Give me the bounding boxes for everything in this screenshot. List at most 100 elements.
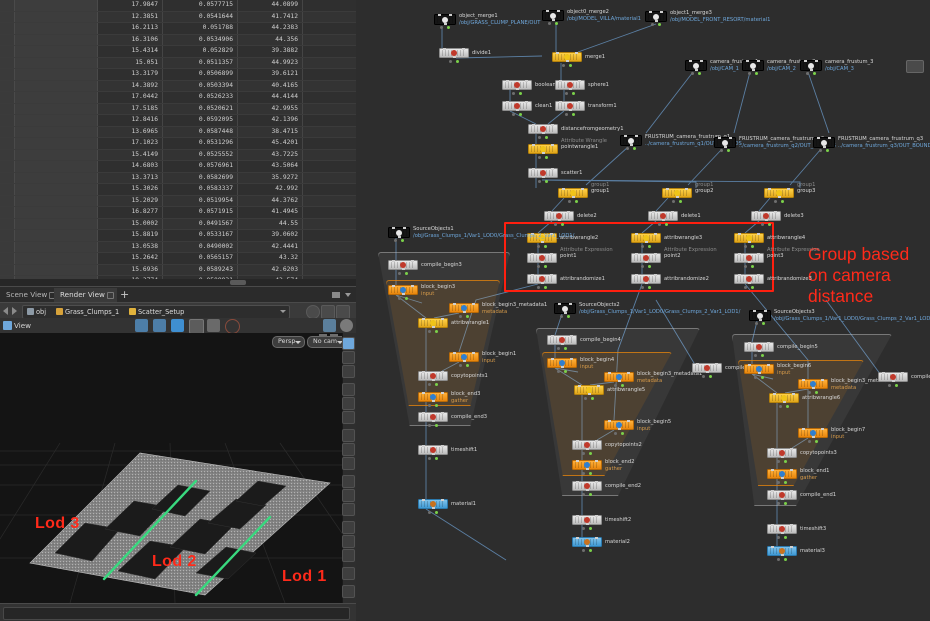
- node-display-flag[interactable]: [519, 113, 522, 116]
- node-display-flag[interactable]: [519, 92, 522, 95]
- chevron-down-icon[interactable]: [345, 293, 351, 297]
- node-bypass-flag[interactable]: [641, 286, 644, 289]
- node-display-flag[interactable]: [435, 404, 438, 407]
- zoom-out-icon[interactable]: [153, 319, 166, 332]
- node-display-flag[interactable]: [648, 245, 651, 248]
- node-bypass-flag[interactable]: [554, 223, 557, 226]
- breadcrumb-grass-clumps[interactable]: Grass_Clumps_1: [56, 307, 119, 317]
- node-bypass-flag[interactable]: [777, 536, 780, 539]
- table-row[interactable]: 16.2113 0.051788 44.2383: [0, 23, 356, 35]
- node-copytopoints1[interactable]: [418, 371, 448, 381]
- node-display-flag[interactable]: [895, 384, 898, 387]
- node-scatter1[interactable]: [528, 168, 558, 178]
- node-display-flag[interactable]: [405, 272, 408, 275]
- tab-render-view[interactable]: Render View: [54, 288, 117, 302]
- table-row[interactable]: 15.4149 0.0525552 43.7225: [0, 149, 356, 161]
- node-bypass-flag[interactable]: [538, 156, 541, 159]
- panel-menu-icon[interactable]: [336, 305, 350, 319]
- node-bypass-flag[interactable]: [755, 322, 758, 325]
- node-display-flag[interactable]: [781, 200, 784, 203]
- node-bypass-flag[interactable]: [779, 405, 782, 408]
- table-row[interactable]: 13.3179 0.0506899 39.6121: [0, 69, 356, 81]
- node-bypass-flag[interactable]: [548, 22, 551, 25]
- viewport-3d[interactable]: Persp No cam Lod 3 Lod 2 Lod 1: [0, 333, 356, 603]
- node-bypass-flag[interactable]: [761, 223, 764, 226]
- node-attribwrangle3[interactable]: [631, 233, 661, 243]
- node-delete2[interactable]: [544, 211, 574, 221]
- node-compile_begin4[interactable]: [547, 335, 577, 345]
- node-display-flag[interactable]: [561, 223, 564, 226]
- node-bypass-flag[interactable]: [459, 315, 462, 318]
- node-bypass-flag[interactable]: [754, 354, 757, 357]
- node-bypass-flag[interactable]: [888, 384, 891, 387]
- node-divide1[interactable]: [439, 48, 469, 58]
- node-bypass-flag[interactable]: [819, 149, 822, 152]
- node-display-flag[interactable]: [815, 391, 818, 394]
- node-display-flag[interactable]: [786, 405, 789, 408]
- node-bypass-flag[interactable]: [428, 424, 431, 427]
- node-point1[interactable]: [527, 253, 557, 263]
- table-row[interactable]: 14.3892 0.0503394 40.4165: [0, 80, 356, 92]
- node-block_begin1[interactable]: [449, 352, 479, 362]
- info-icon[interactable]: [306, 305, 320, 319]
- status-field[interactable]: [3, 607, 350, 620]
- node-block_begin7[interactable]: [798, 428, 828, 438]
- node-object0_merge2[interactable]: [542, 10, 564, 21]
- chevron-down-icon[interactable]: [280, 310, 286, 313]
- path-field[interactable]: obj Grass_Clumps_1 Scatter_Setup: [22, 305, 290, 319]
- breadcrumb-obj[interactable]: obj: [27, 307, 46, 317]
- node-delete3[interactable]: [751, 211, 781, 221]
- node-display-flag[interactable]: [545, 136, 548, 139]
- node-display-flag[interactable]: [575, 200, 578, 203]
- node-display-flag[interactable]: [567, 315, 570, 318]
- zoom-in-icon[interactable]: [135, 319, 148, 332]
- node-bypass-flag[interactable]: [449, 60, 452, 63]
- node-display-flag[interactable]: [709, 375, 712, 378]
- grid-snap-icon[interactable]: [342, 397, 355, 410]
- node-point3[interactable]: [734, 253, 764, 263]
- table-row[interactable]: 16.3106 0.0534906 44.356: [0, 34, 356, 46]
- node-bypass-flag[interactable]: [398, 297, 401, 300]
- node-display-flag[interactable]: [648, 265, 651, 268]
- node-block_begin6_metadata[interactable]: [798, 379, 828, 389]
- table-row[interactable]: 15.2029 0.0519954 44.3762: [0, 195, 356, 207]
- node-display-flag[interactable]: [784, 481, 787, 484]
- node-display-flag[interactable]: [435, 330, 438, 333]
- table-row[interactable]: 13.6965 0.0587448 38.4715: [0, 126, 356, 138]
- table-row[interactable]: 14.6803 0.0576961 43.5064: [0, 161, 356, 173]
- node-display-flag[interactable]: [589, 452, 592, 455]
- node-point2[interactable]: [631, 253, 661, 263]
- node-display-flag[interactable]: [589, 493, 592, 496]
- node-display-flag[interactable]: [658, 23, 661, 26]
- node-display-flag[interactable]: [761, 376, 764, 379]
- node-display-flag[interactable]: [564, 370, 567, 373]
- node-camera_frustum_1[interactable]: [685, 60, 707, 71]
- node-bypass-flag[interactable]: [777, 502, 780, 505]
- node-bypass-flag[interactable]: [512, 113, 515, 116]
- node-block_begin3[interactable]: [388, 285, 418, 295]
- node-frustrum_q1[interactable]: [620, 135, 642, 146]
- handle-tool-icon[interactable]: [342, 351, 355, 364]
- maximize-icon[interactable]: [332, 292, 340, 298]
- node-bypass-flag[interactable]: [584, 397, 587, 400]
- node-display-flag[interactable]: [555, 22, 558, 25]
- node-block_end2[interactable]: [572, 460, 602, 470]
- node-bypass-flag[interactable]: [565, 113, 568, 116]
- node-SourceObjects3[interactable]: [749, 310, 771, 321]
- node-bypass-flag[interactable]: [744, 265, 747, 268]
- node-bypass-flag[interactable]: [537, 286, 540, 289]
- network-minimap[interactable]: [906, 60, 924, 73]
- node-display-flag[interactable]: [564, 347, 567, 350]
- node-camera_frustum_2[interactable]: [742, 60, 764, 71]
- node-compile_begin5[interactable]: [744, 342, 774, 352]
- spreadsheet-hscrollbar[interactable]: [0, 279, 356, 286]
- node-timeshift2[interactable]: [572, 515, 602, 525]
- node-bypass-flag[interactable]: [777, 481, 780, 484]
- node-display-flag[interactable]: [589, 527, 592, 530]
- node-camera_frustum_3[interactable]: [800, 60, 822, 71]
- node-bypass-flag[interactable]: [582, 472, 585, 475]
- node-bypass-flag[interactable]: [777, 558, 780, 561]
- node-material3[interactable]: [767, 546, 797, 556]
- node-block_begin6[interactable]: [744, 364, 774, 374]
- frame-selected-icon[interactable]: [171, 319, 184, 332]
